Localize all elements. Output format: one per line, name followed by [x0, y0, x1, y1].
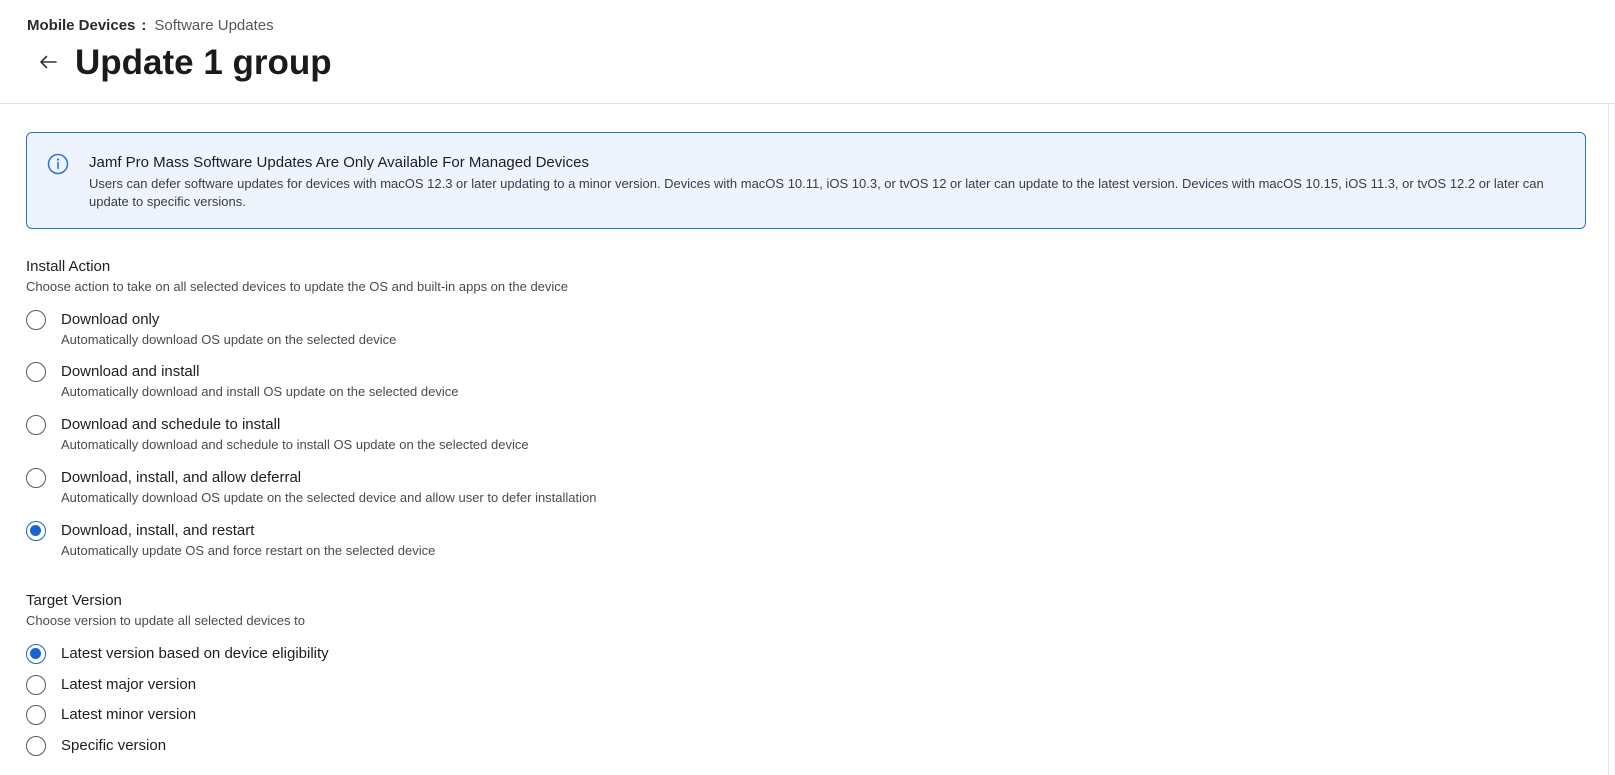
breadcrumb: Mobile Devices: Software Updates: [27, 16, 274, 36]
back-button[interactable]: [36, 50, 60, 74]
target-version-title: Target Version: [26, 592, 122, 609]
radio-button[interactable]: [26, 736, 46, 756]
radio-label: Specific version: [61, 737, 167, 754]
radio-label: Latest version based on device eligibili…: [61, 645, 329, 662]
arrow-left-icon: [40, 55, 57, 69]
radio-button[interactable]: [26, 468, 46, 488]
radio-button-selected[interactable]: [26, 644, 46, 664]
radio-description: Automatically download and schedule to i…: [61, 437, 529, 452]
radio-button[interactable]: [26, 310, 46, 330]
breadcrumb-current: Software Updates: [154, 17, 274, 34]
radio-label: Download, install, and restart: [61, 522, 255, 539]
info-banner: Jamf Pro Mass Software Updates Are Only …: [26, 132, 1586, 229]
target-version-subtitle: Choose version to update all selected de…: [26, 613, 305, 628]
page-header: Mobile Devices: Software Updates Update 1…: [0, 0, 1615, 104]
radio-label: Download and install: [61, 363, 200, 380]
content-divider: [1608, 104, 1609, 775]
radio-description: Automatically download OS update on the …: [61, 332, 397, 347]
radio-button[interactable]: [26, 362, 46, 382]
radio-label: Download only: [61, 311, 160, 328]
radio-description: Automatically download OS update on the …: [61, 490, 597, 505]
radio-button[interactable]: [26, 675, 46, 695]
radio-label: Latest major version: [61, 676, 197, 693]
breadcrumb-parent-link[interactable]: Mobile Devices: [27, 17, 135, 34]
page-title: Update 1 group: [75, 43, 332, 82]
info-icon: [47, 153, 69, 175]
radio-label: Download, install, and allow deferral: [61, 469, 302, 486]
info-banner-title: Jamf Pro Mass Software Updates Are Only …: [89, 154, 589, 171]
install-action-title: Install Action: [26, 258, 111, 275]
radio-button[interactable]: [26, 415, 46, 435]
radio-button-selected[interactable]: [26, 521, 46, 541]
install-action-subtitle: Choose action to take on all selected de…: [26, 279, 569, 294]
radio-label: Download and schedule to install: [61, 416, 281, 433]
breadcrumb-separator: :: [141, 17, 147, 34]
radio-description: Automatically download and install OS up…: [61, 384, 459, 399]
info-banner-body: Users can defer software updates for dev…: [89, 176, 1544, 209]
radio-label: Latest minor version: [61, 706, 197, 723]
radio-description: Automatically update OS and force restar…: [61, 543, 436, 558]
radio-button[interactable]: [26, 705, 46, 725]
